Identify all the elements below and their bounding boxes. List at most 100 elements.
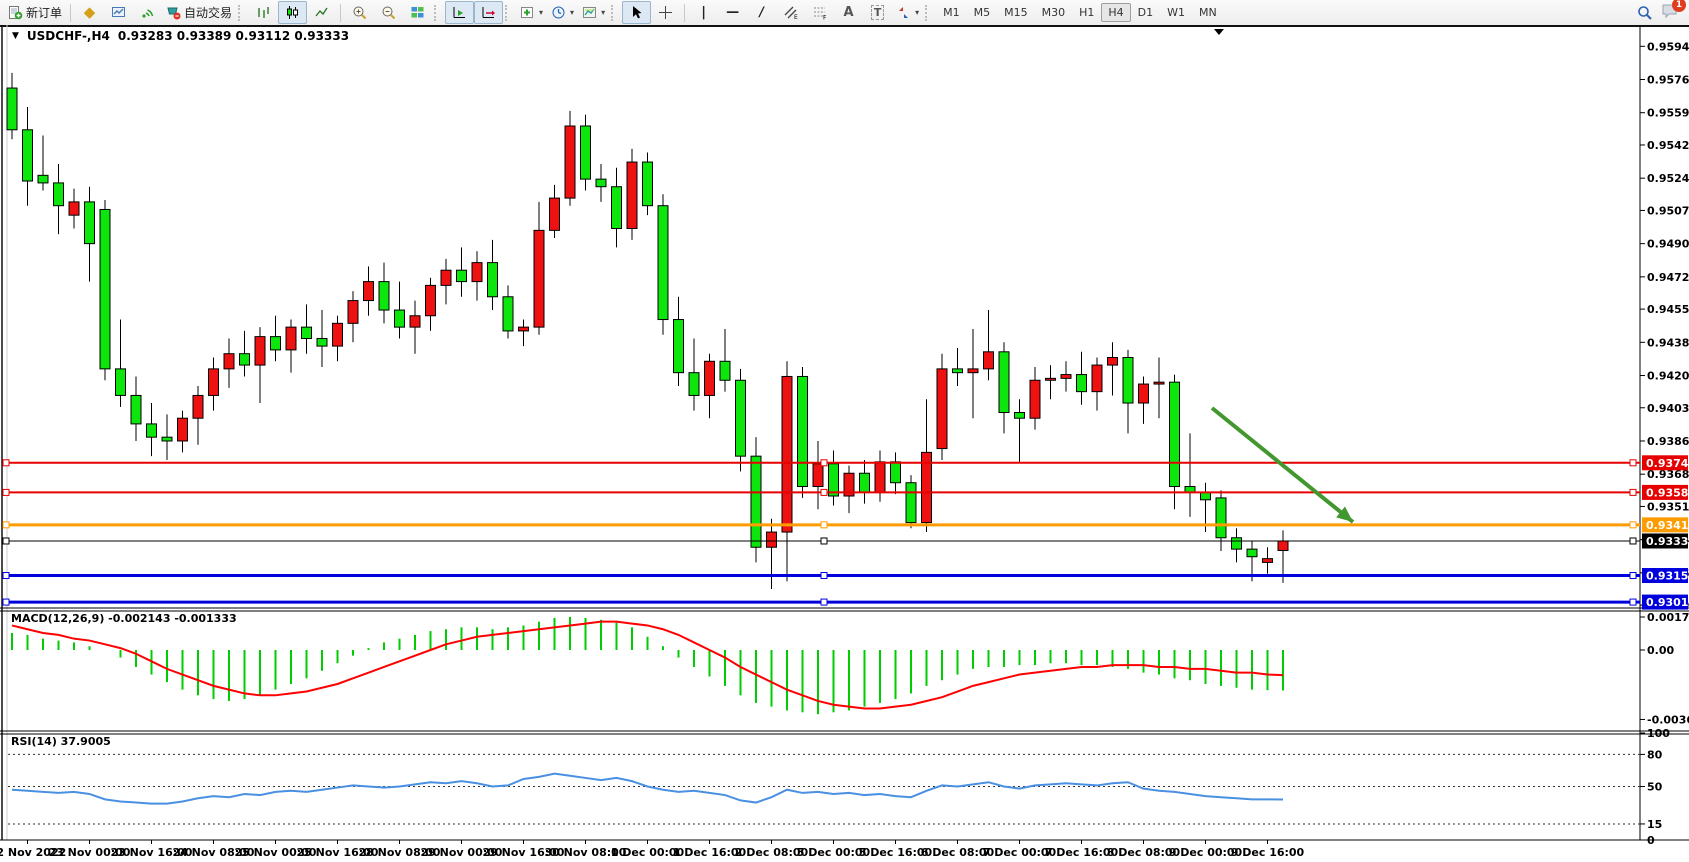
line-handle[interactable] xyxy=(1630,599,1636,605)
price-chart[interactable]: 0.959400.957650.955900.954200.952450.950… xyxy=(0,25,1689,862)
line-handle[interactable] xyxy=(821,522,827,528)
fibonacci-tool-button[interactable]: F xyxy=(805,1,834,24)
signals-button[interactable] xyxy=(133,1,162,24)
line-handle[interactable] xyxy=(3,522,9,528)
vertical-line-tool-button[interactable]: | xyxy=(689,1,718,24)
line-handle[interactable] xyxy=(821,489,827,495)
candle xyxy=(829,464,839,496)
channel-tool-button[interactable]: E xyxy=(776,1,805,24)
candle xyxy=(643,162,653,206)
indicators-button[interactable]: ▾ xyxy=(516,1,547,24)
timeframe-d1[interactable]: D1 xyxy=(1131,3,1160,22)
cursor-tool-button[interactable] xyxy=(622,1,651,24)
text-tool-button[interactable]: A xyxy=(834,1,863,24)
trend-arrow-object[interactable] xyxy=(1212,408,1353,522)
candle xyxy=(565,126,575,198)
macd-tick-label: 0.00 xyxy=(1647,644,1674,657)
tile-windows-button[interactable] xyxy=(403,1,432,24)
arrows-tool-button[interactable]: ▾ xyxy=(892,1,923,24)
notifications-button[interactable]: 1 xyxy=(1661,3,1679,23)
line-handle[interactable] xyxy=(1630,460,1636,466)
candle xyxy=(689,373,699,396)
line-handle[interactable] xyxy=(821,573,827,579)
autotrading-icon xyxy=(166,5,181,20)
line-handle[interactable] xyxy=(821,599,827,605)
candle xyxy=(813,464,823,487)
candle xyxy=(209,369,219,396)
timeframe-mn[interactable]: MN xyxy=(1192,3,1224,22)
candle xyxy=(441,270,451,285)
candlestick-chart-button[interactable] xyxy=(278,1,307,24)
timeframe-m1[interactable]: M1 xyxy=(936,3,967,22)
timeframe-m15[interactable]: M15 xyxy=(997,3,1035,22)
market-watch-button[interactable] xyxy=(104,1,133,24)
candle xyxy=(798,376,808,486)
candle xyxy=(1170,382,1180,486)
history-center-button[interactable]: ◆ xyxy=(75,1,104,24)
candle xyxy=(1278,541,1288,550)
candle xyxy=(1139,384,1149,403)
candle xyxy=(85,202,95,244)
candle xyxy=(116,369,126,396)
candle xyxy=(38,175,48,183)
timeframe-w1[interactable]: W1 xyxy=(1160,3,1192,22)
line-chart-button[interactable] xyxy=(307,1,336,24)
new-order-button[interactable]: 新订单 xyxy=(4,1,66,24)
crosshair-tool-button[interactable] xyxy=(651,1,680,24)
bar-chart-button[interactable] xyxy=(249,1,278,24)
line-handle[interactable] xyxy=(1630,573,1636,579)
line-handle[interactable] xyxy=(3,460,9,466)
price-tag-label: 0.93151 xyxy=(1646,570,1689,583)
zoom-in-button[interactable] xyxy=(345,1,374,24)
periods-button[interactable]: ▾ xyxy=(547,1,578,24)
line-handle[interactable] xyxy=(1630,522,1636,528)
gem-icon: ◆ xyxy=(84,6,96,19)
candle xyxy=(1015,413,1025,419)
search-icon[interactable] xyxy=(1637,5,1653,21)
line-handle[interactable] xyxy=(3,489,9,495)
trading-terminal: 新订单 ◆ 自动交易 xyxy=(0,0,1689,862)
main-toolbar: 新订单 ◆ 自动交易 xyxy=(0,0,1689,25)
chart-shift-marker[interactable] xyxy=(1214,29,1224,35)
candle xyxy=(999,352,1009,413)
timeframe-h1[interactable]: H1 xyxy=(1072,3,1101,22)
price-tick-label: 0.95590 xyxy=(1647,107,1689,120)
timeframe-m5[interactable]: M5 xyxy=(967,3,998,22)
candle xyxy=(131,395,141,423)
price-tick-label: 0.94555 xyxy=(1647,303,1689,316)
line-handle[interactable] xyxy=(3,573,9,579)
horizontal-line-tool-button[interactable]: — xyxy=(718,1,747,24)
text-label-icon: T xyxy=(871,5,885,20)
candle xyxy=(1185,487,1195,493)
fibonacci-icon: F xyxy=(812,5,828,20)
trendline-tool-button[interactable]: / xyxy=(747,1,776,24)
candle xyxy=(69,202,79,215)
crosshair-icon xyxy=(658,5,673,20)
candle xyxy=(984,352,994,369)
autotrading-button[interactable]: 自动交易 xyxy=(162,1,236,24)
templates-button[interactable]: ▾ xyxy=(578,1,609,24)
line-handle[interactable] xyxy=(1630,538,1636,544)
timeframe-m30[interactable]: M30 xyxy=(1035,3,1073,22)
candle xyxy=(410,316,420,327)
line-handle[interactable] xyxy=(3,599,9,605)
line-handle[interactable] xyxy=(821,538,827,544)
candle xyxy=(658,206,668,320)
zoom-in-icon xyxy=(352,5,367,20)
notification-badge: 1 xyxy=(1672,0,1686,12)
candle xyxy=(178,418,188,441)
line-handle[interactable] xyxy=(3,538,9,544)
candle xyxy=(534,230,544,327)
candle xyxy=(255,337,265,365)
candle xyxy=(503,297,513,331)
timeframe-h4[interactable]: H4 xyxy=(1101,3,1130,22)
line-handle[interactable] xyxy=(1630,489,1636,495)
auto-scroll-button[interactable] xyxy=(445,1,474,24)
text-icon: A xyxy=(844,6,854,19)
zoom-out-button[interactable] xyxy=(374,1,403,24)
candle xyxy=(426,285,436,315)
svg-text:E: E xyxy=(794,14,798,20)
chart-shift-button[interactable] xyxy=(474,1,503,24)
text-label-tool-button[interactable]: T xyxy=(863,1,892,24)
line-handle[interactable] xyxy=(821,460,827,466)
